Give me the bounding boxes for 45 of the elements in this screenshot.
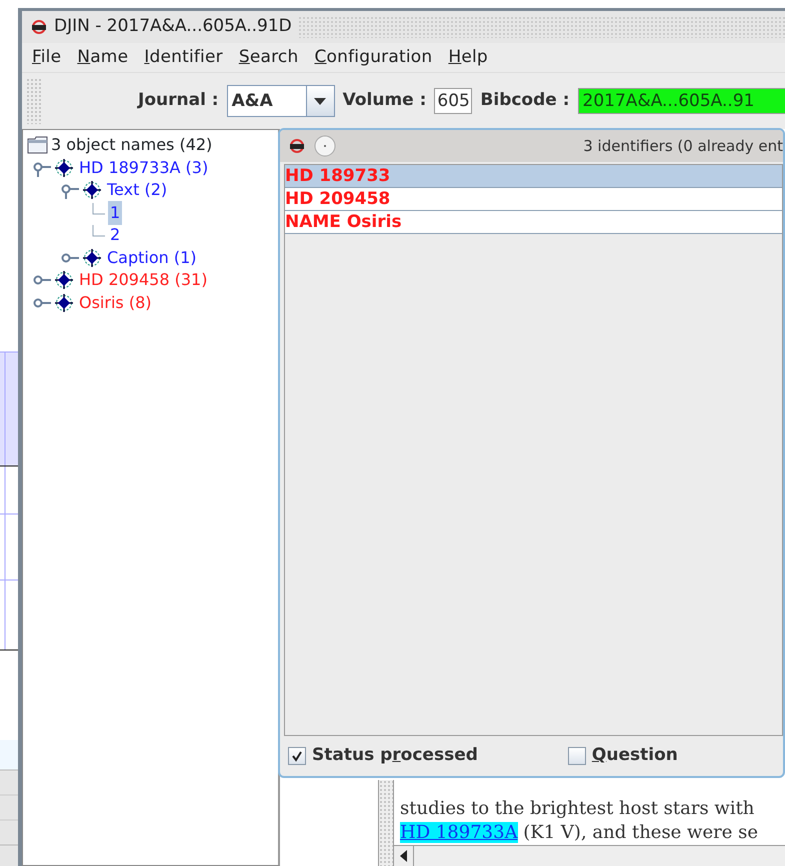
field-label: Journal : — [138, 89, 219, 112]
tree-line-icon — [92, 202, 105, 215]
target-icon — [54, 270, 74, 290]
tree-item[interactable]: Osiris (8) — [77, 290, 154, 315]
object-link[interactable]: HD 189733A — [400, 822, 518, 843]
text-line: studies to the brightest host stars with — [399, 797, 756, 821]
tree-root-label[interactable]: 3 object names (42) — [49, 133, 214, 158]
identifier-row[interactable]: NAME Osiris — [285, 211, 782, 234]
menu-item[interactable]: File — [32, 44, 62, 70]
pin-button-icon[interactable] — [314, 135, 336, 157]
tree-item[interactable]: 2 — [108, 223, 122, 248]
horizontal-scrollbar[interactable] — [394, 845, 785, 866]
identifier-row[interactable]: HD 209458 — [285, 188, 782, 211]
tree-line-icon — [92, 225, 105, 238]
tree-item[interactable]: HD 189733A (3) — [77, 156, 210, 180]
menu-item[interactable]: Name — [77, 44, 128, 70]
identifier-summary: 3 identifiers (0 already ent — [582, 136, 783, 157]
window-title: DJIN - 2017A&A...605A..91D — [54, 15, 292, 38]
checkbox[interactable]: Status processed — [288, 743, 478, 769]
menu-item[interactable]: Help — [448, 44, 488, 70]
field-label: Bibcode : — [480, 89, 570, 112]
tree-item[interactable]: HD 209458 (31) — [77, 268, 210, 292]
menu-item[interactable]: Search — [238, 44, 298, 70]
checkbox[interactable]: Question — [568, 743, 678, 769]
target-icon — [54, 292, 74, 313]
caret-icon — [314, 98, 326, 104]
app-logo-icon — [288, 139, 306, 153]
journal-dropdown[interactable]: A&A — [226, 85, 335, 117]
menu-item[interactable]: Identifier — [144, 44, 223, 70]
text-line: HD 189733A (K1 V), and these were se — [399, 821, 759, 845]
menu-item[interactable]: Configuration — [314, 44, 432, 70]
volume-field[interactable]: 605 — [434, 88, 472, 114]
app-logo-icon — [30, 20, 48, 34]
check-icon — [291, 750, 303, 762]
tree-item[interactable]: 1 — [108, 200, 122, 225]
field-label: Volume : — [342, 89, 426, 112]
tree-item[interactable]: Caption (1) — [105, 246, 199, 270]
target-icon — [54, 158, 74, 178]
target-icon — [82, 180, 102, 200]
tree-item[interactable]: Text (2) — [105, 178, 170, 202]
folder-icon — [27, 136, 49, 154]
bibcode-field[interactable]: 2017A&A...605A..91 — [578, 88, 785, 114]
toolbar-grip[interactable] — [26, 78, 42, 124]
scroll-left-icon[interactable] — [400, 850, 407, 862]
target-icon — [82, 248, 102, 268]
